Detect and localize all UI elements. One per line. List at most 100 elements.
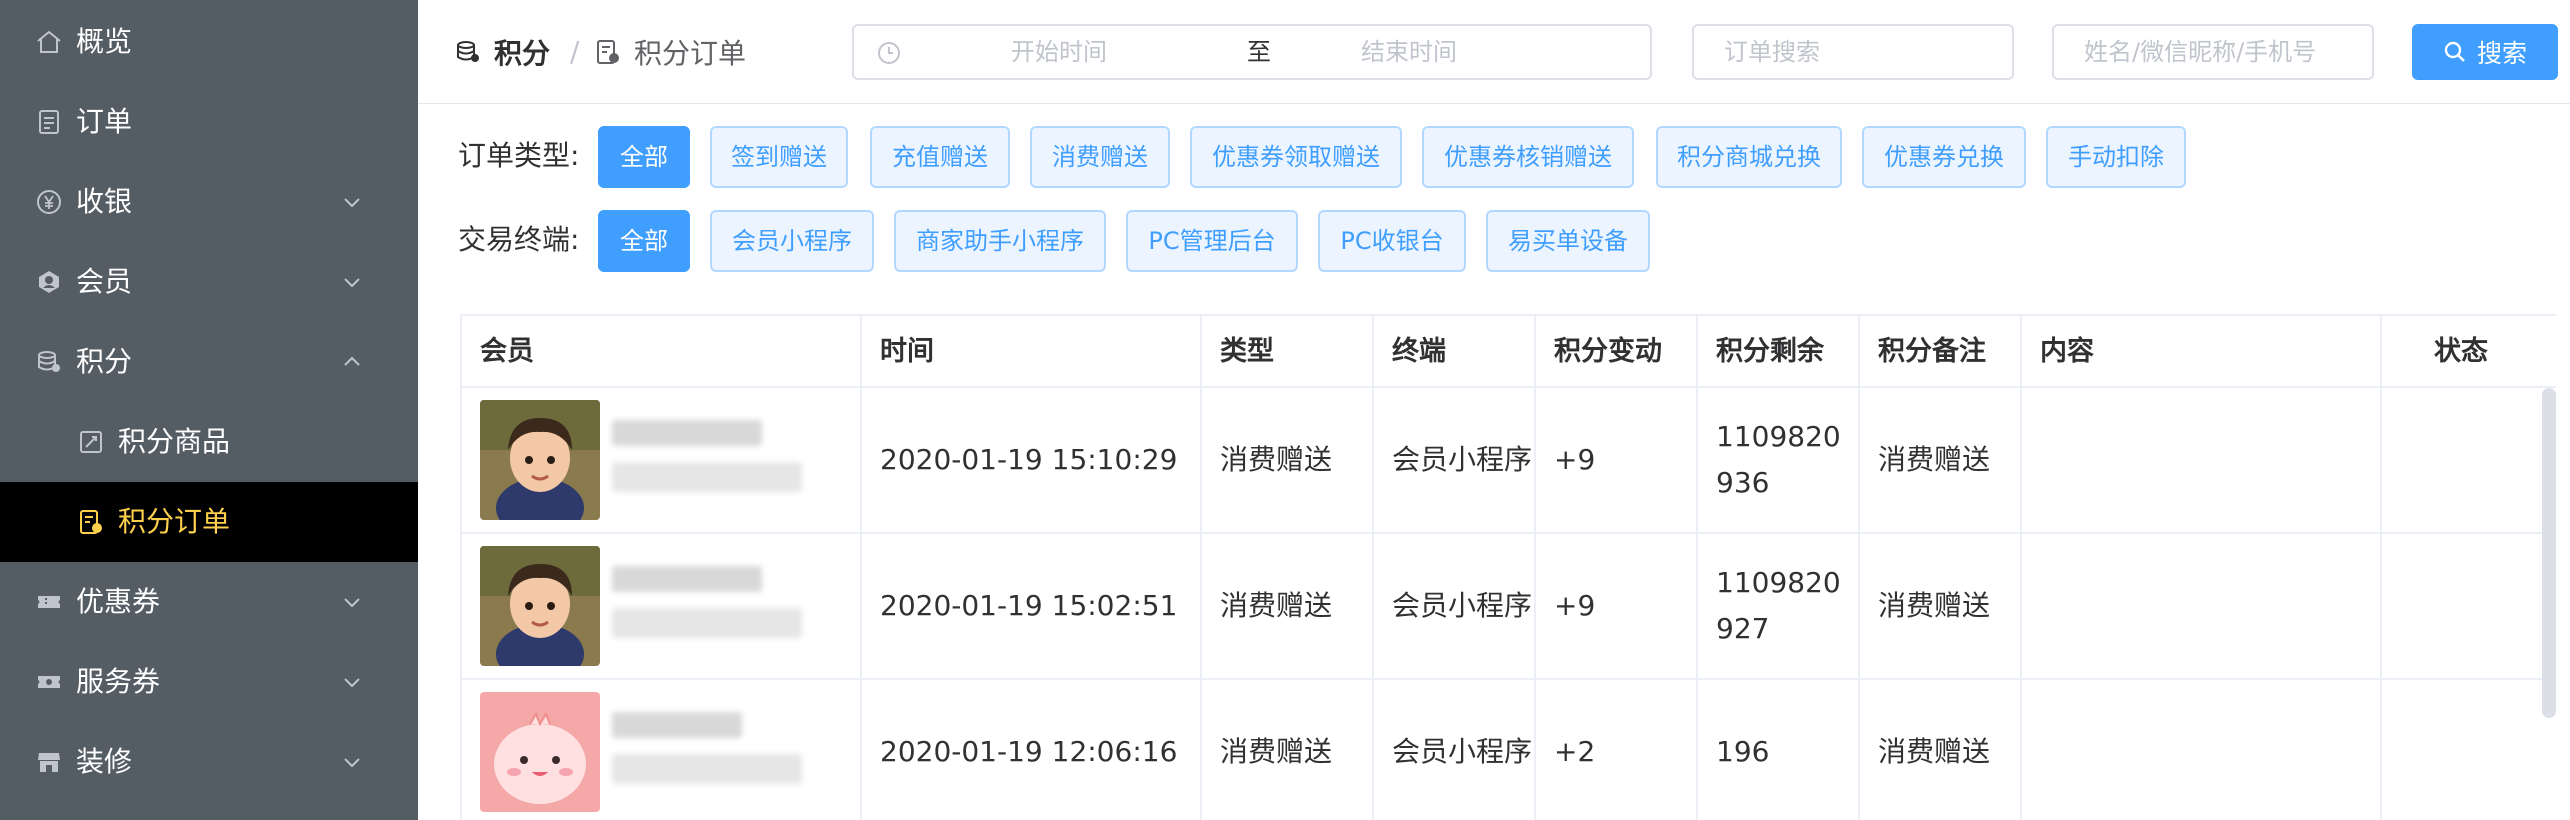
terminal-cell: 会员小程序 bbox=[1374, 680, 1536, 820]
points-icon bbox=[457, 41, 479, 62]
avatar bbox=[480, 546, 600, 666]
order-type-chip-coupon-claim[interactable]: 优惠券领取赠送 bbox=[1190, 126, 1402, 188]
column-header-content: 内容 bbox=[2022, 316, 2382, 388]
column-header-status: 状态 bbox=[2382, 316, 2556, 388]
order-type-chip-manual-deduct[interactable]: 手动扣除 bbox=[2046, 126, 2186, 188]
child-photo bbox=[480, 400, 600, 520]
points-icon bbox=[38, 351, 60, 372]
points-order-icon bbox=[80, 510, 102, 534]
terminal-chip-pc-cashier[interactable]: PC收银台 bbox=[1318, 210, 1466, 272]
sidebar-item-label: 服务券 bbox=[76, 665, 161, 698]
order-type-chip-consume[interactable]: 消费赠送 bbox=[1030, 126, 1170, 188]
sidebar-item-points-orders[interactable]: 积分订单 bbox=[0, 482, 418, 562]
sidebar-item-cashier[interactable]: 收银 bbox=[0, 162, 418, 242]
chevron-down-icon bbox=[344, 678, 360, 688]
range-separator: 至 bbox=[1247, 38, 1271, 66]
service-ticket-icon bbox=[38, 676, 60, 688]
column-header-points-balance: 积分剩余 bbox=[1698, 316, 1860, 388]
member-info-blurred bbox=[612, 754, 802, 784]
chevron-up-icon bbox=[344, 356, 360, 366]
order-icon bbox=[39, 110, 59, 134]
child-photo bbox=[480, 546, 600, 666]
avatar bbox=[480, 400, 600, 520]
column-header-type: 类型 bbox=[1202, 316, 1374, 388]
content-cell bbox=[2022, 388, 2382, 534]
coupon-icon bbox=[38, 596, 60, 608]
breadcrumb-separator: / bbox=[570, 35, 580, 68]
sidebar-item-member[interactable]: 会员 bbox=[0, 242, 418, 322]
member-search-input[interactable]: 姓名/微信昵称/手机号 bbox=[2052, 24, 2374, 80]
member-cell bbox=[462, 388, 862, 534]
points-goods-icon bbox=[80, 431, 102, 453]
order-type-chip-mall-exchange[interactable]: 积分商城兑换 bbox=[1656, 126, 1842, 188]
terminal-chip-ymd-device[interactable]: 易买单设备 bbox=[1486, 210, 1650, 272]
order-type-chip-all[interactable]: 全部 bbox=[598, 126, 690, 188]
sidebar-item-label: 积分 bbox=[76, 345, 133, 378]
member-name-blurred bbox=[612, 712, 742, 738]
order-type-label: 订单类型: bbox=[458, 139, 580, 172]
terminal-cell: 会员小程序 bbox=[1374, 534, 1536, 680]
content-cell bbox=[2022, 534, 2382, 680]
breadcrumb-points-orders: 积分订单 bbox=[594, 34, 746, 70]
order-type-chip-recharge[interactable]: 充值赠送 bbox=[870, 126, 1010, 188]
sidebar-item-decoration[interactable]: 装修 bbox=[0, 722, 418, 802]
time-cell: 2020-01-19 15:10:29 bbox=[862, 388, 1202, 534]
points-order-table: 会员 时间 类型 终端 积分变动 积分剩余 积分备注 内容 状态 2020-01… bbox=[460, 314, 2556, 820]
sidebar-item-coupon[interactable]: 优惠券 bbox=[0, 562, 418, 642]
member-cell bbox=[462, 680, 862, 820]
sidebar-item-points[interactable]: 积分 bbox=[0, 322, 418, 402]
sidebar-item-overview[interactable]: 概览 bbox=[0, 2, 418, 82]
points-change-cell: +2 bbox=[1536, 680, 1698, 820]
sidebar: 概览 订单 收银 会员 积分 积分商品 积分订单 优惠券 服务券 装修 bbox=[0, 0, 418, 820]
order-type-chip-coupon-exchange[interactable]: 优惠券兑换 bbox=[1862, 126, 2026, 188]
table-scrollbar[interactable] bbox=[2542, 388, 2556, 718]
points-note-cell: 消费赠送 bbox=[1860, 388, 2022, 534]
status-cell bbox=[2382, 680, 2556, 820]
column-header-time: 时间 bbox=[862, 316, 1202, 388]
status-cell bbox=[2382, 388, 2556, 534]
terminal-chip-pc-admin[interactable]: PC管理后台 bbox=[1126, 210, 1298, 272]
terminal-chip-all[interactable]: 全部 bbox=[598, 210, 690, 272]
member-icon bbox=[39, 271, 59, 293]
points-change-cell: +9 bbox=[1536, 388, 1698, 534]
sidebar-item-orders[interactable]: 订单 bbox=[0, 82, 418, 162]
column-header-member: 会员 bbox=[462, 316, 862, 388]
sidebar-item-points-goods[interactable]: 积分商品 bbox=[0, 402, 418, 482]
sidebar-item-service-ticket[interactable]: 服务券 bbox=[0, 642, 418, 722]
chevron-down-icon bbox=[344, 278, 360, 288]
terminal-label: 交易终端: bbox=[458, 223, 580, 256]
breadcrumb-label: 积分 bbox=[494, 37, 551, 70]
member-cell bbox=[462, 534, 862, 680]
terminal-chip-member-miniapp[interactable]: 会员小程序 bbox=[710, 210, 874, 272]
breadcrumb-label: 积分订单 bbox=[634, 37, 747, 70]
order-type-chip-coupon-redeem[interactable]: 优惠券核销赠送 bbox=[1422, 126, 1634, 188]
points-balance-cell: 1109820927 bbox=[1698, 534, 1860, 680]
terminal-cell: 会员小程序 bbox=[1374, 388, 1536, 534]
breadcrumb-points[interactable]: 积分 bbox=[454, 34, 550, 70]
date-range-picker[interactable]: 开始时间 至 结束时间 bbox=[852, 24, 1652, 80]
sidebar-item-label: 收银 bbox=[76, 185, 133, 218]
clock-icon bbox=[878, 42, 900, 64]
column-header-points-note: 积分备注 bbox=[1860, 316, 2022, 388]
header-bar: 积分 / 积分订单 开始时间 至 结束时间 订单搜索 姓名/微信昵称/手机号 搜… bbox=[418, 0, 2570, 104]
end-date-input[interactable]: 结束时间 bbox=[1284, 26, 1534, 78]
points-note-cell: 消费赠送 bbox=[1860, 534, 2022, 680]
member-info-blurred bbox=[612, 462, 802, 492]
member-info-blurred bbox=[612, 608, 802, 638]
status-cell bbox=[2382, 534, 2556, 680]
order-type-chip-signin[interactable]: 签到赠送 bbox=[710, 126, 848, 188]
type-cell: 消费赠送 bbox=[1202, 534, 1374, 680]
points-order-icon bbox=[597, 40, 619, 64]
time-cell: 2020-01-19 12:06:16 bbox=[862, 680, 1202, 820]
yen-icon bbox=[37, 190, 61, 214]
chevron-down-icon bbox=[344, 598, 360, 608]
search-button[interactable]: 搜索 bbox=[2412, 24, 2558, 80]
terminal-chip-merchant-miniapp[interactable]: 商家助手小程序 bbox=[894, 210, 1106, 272]
order-search-input[interactable]: 订单搜索 bbox=[1692, 24, 2014, 80]
sidebar-item-label: 会员 bbox=[76, 265, 133, 298]
sidebar-item-label: 订单 bbox=[76, 105, 133, 138]
sidebar-item-label: 积分商品 bbox=[118, 425, 231, 458]
search-icon bbox=[2444, 41, 2465, 62]
member-name-blurred bbox=[612, 420, 762, 446]
start-date-input[interactable]: 开始时间 bbox=[934, 26, 1184, 78]
